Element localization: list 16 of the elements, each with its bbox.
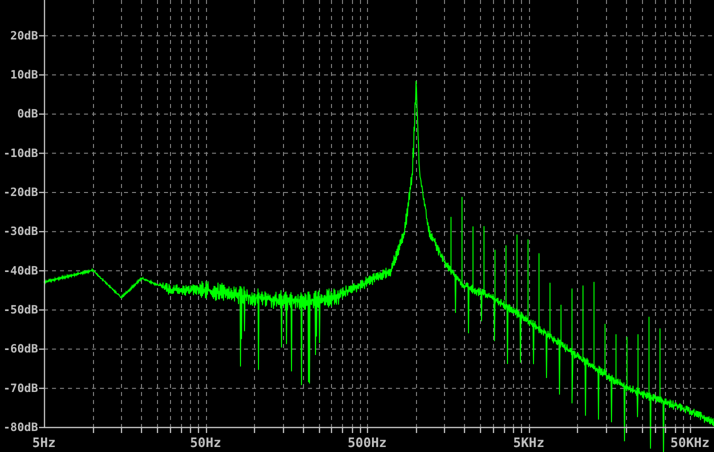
x-axis-label: 50Hz (190, 436, 222, 451)
x-axis-label: 50KHz (670, 436, 710, 451)
y-axis-label: -80dB (3, 420, 38, 434)
y-axis-label: 20dB (10, 28, 38, 42)
y-axis-label: -10dB (3, 146, 38, 160)
y-axis-label: -40dB (3, 263, 38, 278)
y-axis-label: 10dB (10, 67, 38, 82)
x-axis-label: 5Hz (32, 436, 56, 451)
y-axis-label: -60dB (3, 342, 38, 356)
y-axis-label: -30dB (3, 224, 38, 238)
y-axis-label: -70dB (3, 380, 38, 395)
x-axis-label: 5KHz (513, 436, 544, 451)
y-axis-label: -50dB (3, 302, 38, 316)
x-axis-label: 500Hz (348, 436, 387, 451)
y-axis-label: -20dB (3, 184, 38, 199)
y-axis-label: 0dB (17, 106, 38, 121)
